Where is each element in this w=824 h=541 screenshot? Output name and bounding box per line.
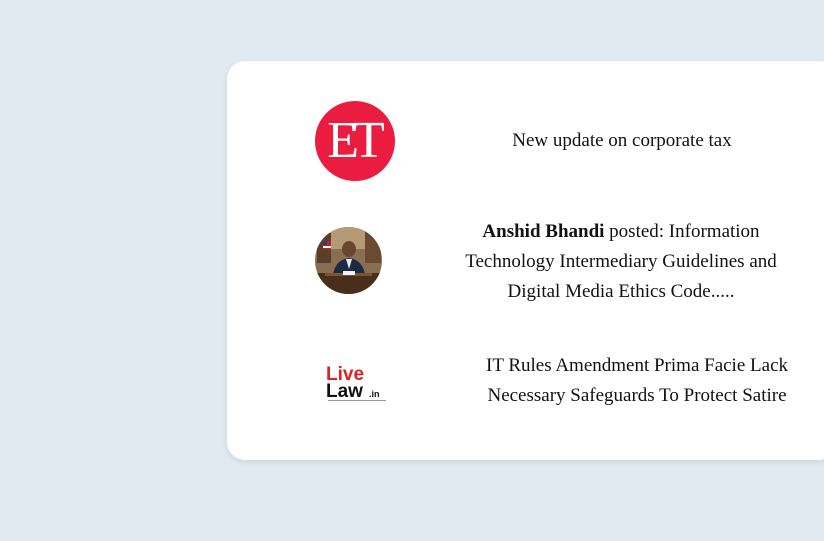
post-author[interactable]: Anshid Bhandi: [482, 221, 604, 242]
feed-item-text: New update on corporate tax: [512, 130, 732, 151]
news-feed-card: ET New update on corporate tax Anshid Bh…: [227, 61, 824, 460]
feed-item-text: Anshid Bhandi posted: Information Techno…: [453, 217, 789, 307]
feed-item-text: IT Rules Amendment Prima Facie Lack Nece…: [486, 355, 788, 406]
avatar: [315, 227, 382, 294]
feed-item[interactable]: ET New update on corporate tax: [227, 61, 824, 201]
feed-item[interactable]: Live Law .in IT Rules Amendment Prima Fa…: [227, 341, 824, 461]
economic-times-logo: ET: [315, 101, 395, 181]
livelaw-logo: Live Law .in: [326, 362, 390, 404]
feed-item[interactable]: Anshid Bhandi posted: Information Techno…: [227, 201, 824, 341]
livelaw-logo-law-text: Law: [326, 381, 363, 402]
livelaw-logo-suffix-text: .in: [369, 389, 380, 399]
